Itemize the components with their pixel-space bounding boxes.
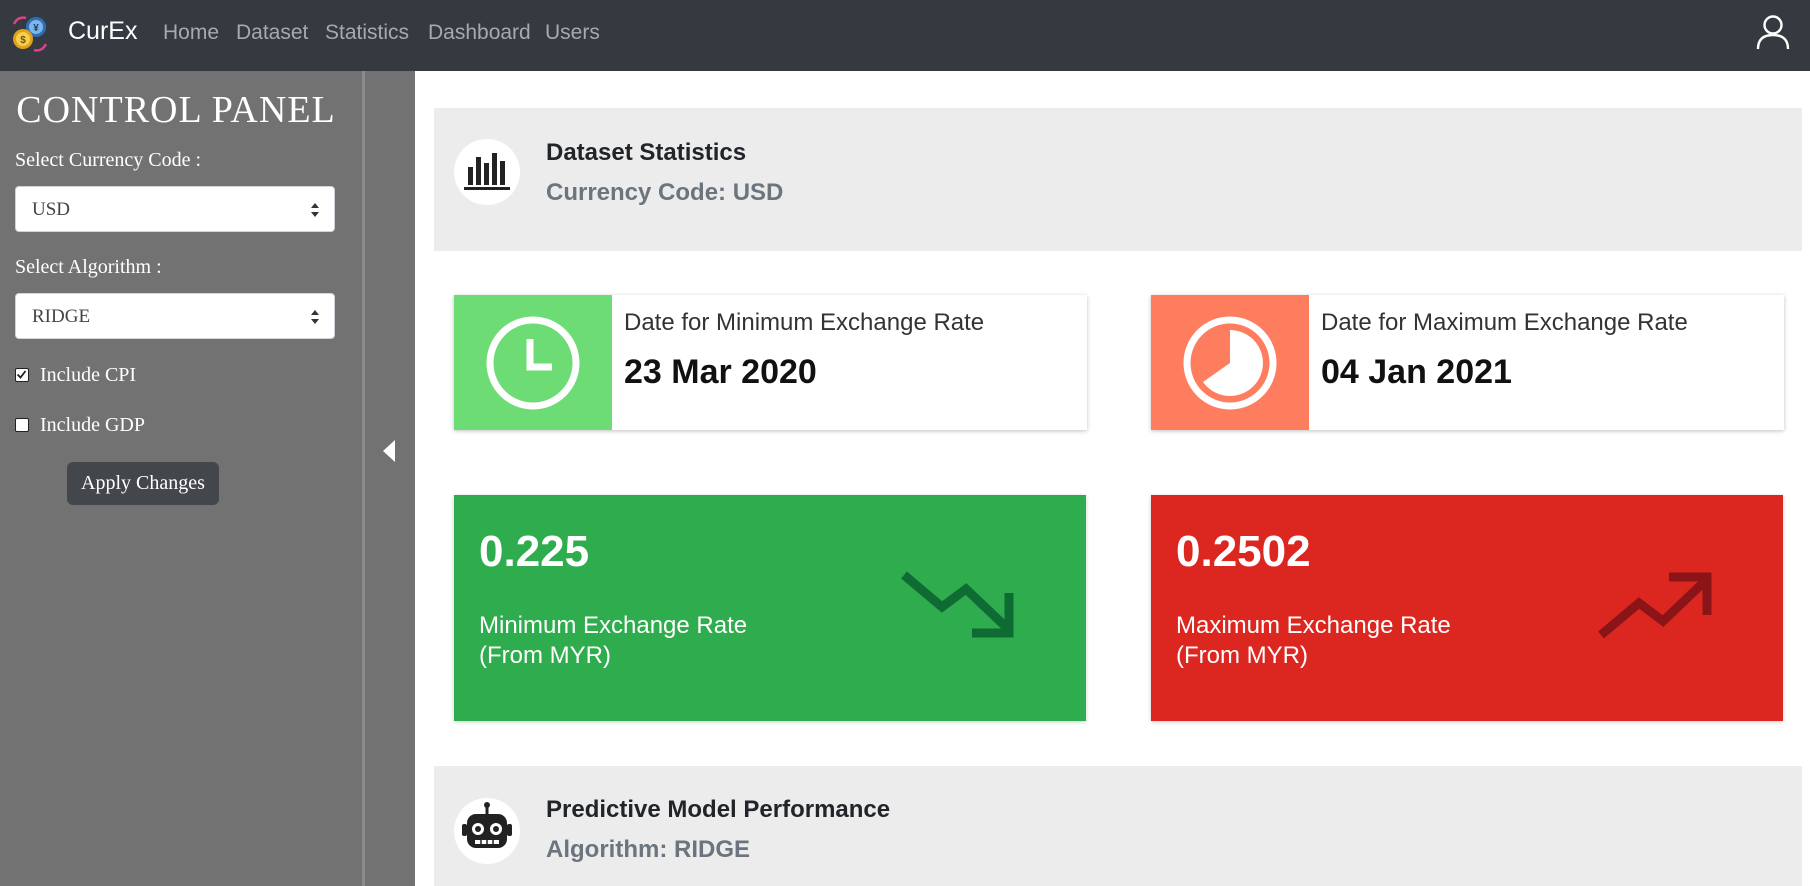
max-date-card: Date for Maximum Exchange Rate 04 Jan 20… xyxy=(1151,295,1784,430)
max-rate-box: 0.2502 Maximum Exchange Rate (From MYR) xyxy=(1151,495,1783,721)
bar-chart-icon-circle xyxy=(454,139,520,205)
apply-changes-button[interactable]: Apply Changes xyxy=(67,462,219,505)
nav-dataset[interactable]: Dataset xyxy=(236,21,308,45)
include-gdp-label[interactable]: Include GDP xyxy=(40,414,145,437)
min-rate-box: 0.225 Minimum Exchange Rate (From MYR) xyxy=(454,495,1086,721)
max-rate-label-line1: Maximum Exchange Rate xyxy=(1176,612,1451,639)
robot-icon xyxy=(462,802,512,848)
max-date-title: Date for Maximum Exchange Rate xyxy=(1321,309,1688,336)
algorithm-select[interactable]: RIDGE xyxy=(15,293,335,339)
include-cpi-checkbox[interactable] xyxy=(15,368,29,382)
algorithm-value: RIDGE xyxy=(32,306,91,327)
bar-chart-icon xyxy=(464,153,510,190)
include-gdp-checkbox[interactable] xyxy=(15,418,29,432)
select-caret-icon xyxy=(311,203,319,217)
min-date-value: 23 Mar 2020 xyxy=(624,353,817,391)
include-cpi-label[interactable]: Include CPI xyxy=(40,364,136,387)
nav-statistics[interactable]: Statistics xyxy=(325,21,409,45)
sidebar-toggle-strip[interactable] xyxy=(365,71,415,886)
svg-text:¥: ¥ xyxy=(33,23,39,34)
algorithm-label: Select Algorithm : xyxy=(15,256,162,278)
max-date-value: 04 Jan 2021 xyxy=(1321,353,1512,391)
min-date-title: Date for Minimum Exchange Rate xyxy=(624,309,985,336)
top-navbar: ¥ $ CurEx Home Dataset Statistics Dashbo… xyxy=(0,0,1810,71)
currency-code-value: USD xyxy=(32,199,71,220)
curex-logo-icon[interactable]: ¥ $ xyxy=(10,14,50,54)
svg-text:$: $ xyxy=(20,35,26,46)
checkmark-icon xyxy=(16,370,27,379)
select-caret-icon xyxy=(311,310,319,324)
user-account-icon[interactable] xyxy=(1756,14,1790,50)
model-performance-header: Predictive Model Performance Algorithm: … xyxy=(434,766,1802,886)
nav-users[interactable]: Users xyxy=(545,21,600,45)
trending-up-icon xyxy=(1598,572,1712,639)
min-rate-value: 0.225 xyxy=(479,527,590,576)
currency-code-label: Select Currency Code : xyxy=(15,149,202,171)
min-rate-label-line2: (From MYR) xyxy=(479,642,611,669)
currency-code-subtitle: Currency Code: USD xyxy=(546,179,784,206)
collapse-sidebar-arrow-icon[interactable] xyxy=(383,440,395,462)
trending-down-icon xyxy=(901,571,1014,638)
control-panel-title: CONTROL PANEL xyxy=(16,89,336,131)
max-rate-label: Maximum Exchange Rate (From MYR) xyxy=(1176,611,1506,671)
nav-home[interactable]: Home xyxy=(163,21,219,45)
min-rate-label-line1: Minimum Exchange Rate xyxy=(479,612,748,639)
nav-dashboard[interactable]: Dashboard xyxy=(428,21,531,45)
pie-clock-icon xyxy=(1183,316,1277,410)
dataset-statistics-header: Dataset Statistics Currency Code: USD xyxy=(434,108,1802,251)
max-date-icon-box xyxy=(1151,295,1309,430)
dataset-statistics-title: Dataset Statistics xyxy=(546,139,747,166)
robot-icon-circle xyxy=(454,798,520,864)
min-rate-label: Minimum Exchange Rate (From MYR) xyxy=(479,611,809,671)
min-date-icon-box xyxy=(454,295,612,430)
algorithm-subtitle: Algorithm: RIDGE xyxy=(546,836,750,863)
clock-icon xyxy=(486,316,580,410)
currency-code-select[interactable]: USD xyxy=(15,186,335,232)
min-date-card: Date for Minimum Exchange Rate 23 Mar 20… xyxy=(454,295,1087,430)
brand-name[interactable]: CurEx xyxy=(68,17,137,46)
model-performance-title: Predictive Model Performance xyxy=(546,796,891,823)
max-rate-value: 0.2502 xyxy=(1176,527,1311,576)
max-rate-label-line2: (From MYR) xyxy=(1176,642,1308,669)
